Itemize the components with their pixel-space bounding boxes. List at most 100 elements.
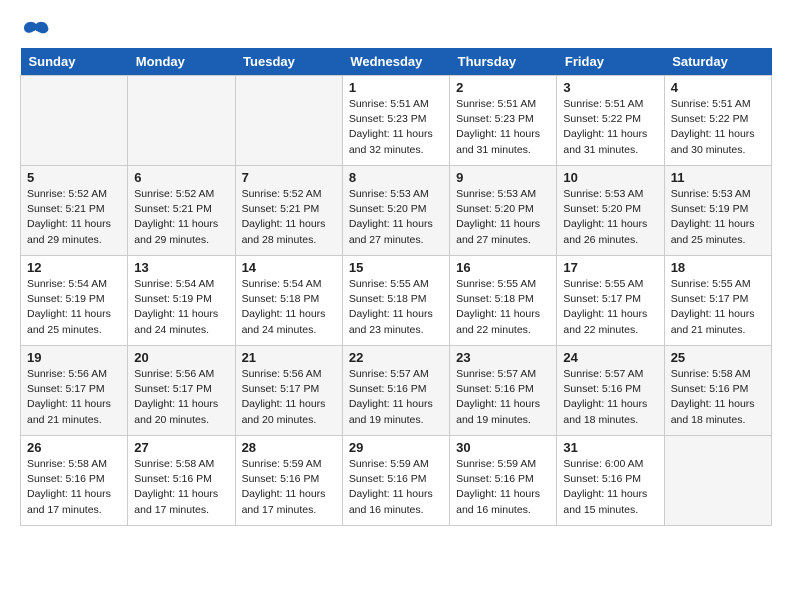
calendar-day-cell: 9 Sunrise: 5:53 AM Sunset: 5:20 PM Daylig…: [450, 166, 557, 256]
calendar-day-cell: 21 Sunrise: 5:56 AM Sunset: 5:17 PM Dayli…: [235, 346, 342, 436]
day-info: Sunrise: 5:55 AM Sunset: 5:18 PM Dayligh…: [349, 277, 443, 338]
calendar-day-cell: 10 Sunrise: 5:53 AM Sunset: 5:20 PM Dayli…: [557, 166, 664, 256]
day-info: Sunrise: 5:54 AM Sunset: 5:19 PM Dayligh…: [27, 277, 121, 338]
day-number: 16: [456, 260, 550, 275]
day-info: Sunrise: 5:59 AM Sunset: 5:16 PM Dayligh…: [242, 457, 336, 518]
calendar-day-cell: 17 Sunrise: 5:55 AM Sunset: 5:17 PM Dayli…: [557, 256, 664, 346]
calendar-day-cell: 31Sunrise: 6:00 AM Sunset: 5:16 PM Dayli…: [557, 436, 664, 526]
day-info: Sunrise: 5:57 AM Sunset: 5:16 PM Dayligh…: [456, 367, 550, 428]
day-info: Sunrise: 5:51 AM Sunset: 5:23 PM Dayligh…: [349, 97, 443, 158]
day-info: Sunrise: 5:59 AM Sunset: 5:16 PM Dayligh…: [456, 457, 550, 518]
calendar-day-cell: 18 Sunrise: 5:55 AM Sunset: 5:17 PM Dayli…: [664, 256, 771, 346]
col-header-friday: Friday: [557, 48, 664, 76]
calendar-week-row: 5 Sunrise: 5:52 AM Sunset: 5:21 PM Daylig…: [21, 166, 772, 256]
calendar-day-cell: 16 Sunrise: 5:55 AM Sunset: 5:18 PM Dayli…: [450, 256, 557, 346]
day-number: 28: [242, 440, 336, 455]
day-number: 9: [456, 170, 550, 185]
calendar-header-row: SundayMondayTuesdayWednesdayThursdayFrid…: [21, 48, 772, 76]
calendar-day-cell: 12 Sunrise: 5:54 AM Sunset: 5:19 PM Dayli…: [21, 256, 128, 346]
calendar-day-cell: 2 Sunrise: 5:51 AM Sunset: 5:23 PM Daylig…: [450, 76, 557, 166]
day-info: Sunrise: 5:53 AM Sunset: 5:20 PM Dayligh…: [456, 187, 550, 248]
day-info: Sunrise: 5:58 AM Sunset: 5:16 PM Dayligh…: [134, 457, 228, 518]
calendar-day-cell: 8 Sunrise: 5:53 AM Sunset: 5:20 PM Daylig…: [342, 166, 449, 256]
calendar-week-row: 12 Sunrise: 5:54 AM Sunset: 5:19 PM Dayli…: [21, 256, 772, 346]
day-number: 30: [456, 440, 550, 455]
calendar-day-cell: 7Sunrise: 5:52 AM Sunset: 5:21 PM Daylig…: [235, 166, 342, 256]
day-info: Sunrise: 5:55 AM Sunset: 5:17 PM Dayligh…: [563, 277, 657, 338]
day-info: Sunrise: 5:54 AM Sunset: 5:19 PM Dayligh…: [134, 277, 228, 338]
calendar-day-cell: 20 Sunrise: 5:56 AM Sunset: 5:17 PM Dayli…: [128, 346, 235, 436]
calendar-table: SundayMondayTuesdayWednesdayThursdayFrid…: [20, 48, 772, 526]
calendar-day-cell: 4 Sunrise: 5:51 AM Sunset: 5:22 PM Daylig…: [664, 76, 771, 166]
day-number: 1: [349, 80, 443, 95]
day-number: 8: [349, 170, 443, 185]
calendar-day-cell: 6 Sunrise: 5:52 AM Sunset: 5:21 PM Daylig…: [128, 166, 235, 256]
calendar-week-row: 1 Sunrise: 5:51 AM Sunset: 5:23 PM Daylig…: [21, 76, 772, 166]
day-info: Sunrise: 5:53 AM Sunset: 5:19 PM Dayligh…: [671, 187, 765, 248]
calendar-empty-cell: [128, 76, 235, 166]
calendar-empty-cell: [21, 76, 128, 166]
day-info: Sunrise: 5:51 AM Sunset: 5:22 PM Dayligh…: [671, 97, 765, 158]
day-info: Sunrise: 5:58 AM Sunset: 5:16 PM Dayligh…: [671, 367, 765, 428]
day-info: Sunrise: 5:54 AM Sunset: 5:18 PM Dayligh…: [242, 277, 336, 338]
day-info: Sunrise: 5:56 AM Sunset: 5:17 PM Dayligh…: [27, 367, 121, 428]
day-info: Sunrise: 5:59 AM Sunset: 5:16 PM Dayligh…: [349, 457, 443, 518]
calendar-day-cell: 26Sunrise: 5:58 AM Sunset: 5:16 PM Dayli…: [21, 436, 128, 526]
col-header-saturday: Saturday: [664, 48, 771, 76]
day-info: Sunrise: 5:56 AM Sunset: 5:17 PM Dayligh…: [134, 367, 228, 428]
calendar-day-cell: 15 Sunrise: 5:55 AM Sunset: 5:18 PM Dayli…: [342, 256, 449, 346]
calendar-day-cell: 29 Sunrise: 5:59 AM Sunset: 5:16 PM Dayli…: [342, 436, 449, 526]
day-number: 6: [134, 170, 228, 185]
calendar-empty-cell: [664, 436, 771, 526]
day-info: Sunrise: 5:53 AM Sunset: 5:20 PM Dayligh…: [563, 187, 657, 248]
col-header-monday: Monday: [128, 48, 235, 76]
day-info: Sunrise: 5:56 AM Sunset: 5:17 PM Dayligh…: [242, 367, 336, 428]
day-info: Sunrise: 5:57 AM Sunset: 5:16 PM Dayligh…: [563, 367, 657, 428]
calendar-week-row: 26 Sunrise: 5:58 AM Sunset: 5:16 PM Dayli…: [21, 436, 772, 526]
calendar-day-cell: 22 Sunrise: 5:57 AM Sunset: 5:16 PM Dayli…: [342, 346, 449, 436]
day-number: 11: [671, 170, 765, 185]
day-number: 20: [134, 350, 228, 365]
col-header-thursday: Thursday: [450, 48, 557, 76]
day-info: Sunrise: 5:55 AM Sunset: 5:18 PM Dayligh…: [456, 277, 550, 338]
day-info: Sunrise: 5:51 AM Sunset: 5:22 PM Dayligh…: [563, 97, 657, 158]
page-header: [20, 20, 772, 38]
day-number: 17: [563, 260, 657, 275]
logo: [20, 20, 50, 38]
calendar-day-cell: 25 Sunrise: 5:58 AM Sunset: 5:16 PM Dayli…: [664, 346, 771, 436]
day-number: 10: [563, 170, 657, 185]
day-number: 26: [27, 440, 121, 455]
day-number: 4: [671, 80, 765, 95]
calendar-day-cell: 5Sunrise: 5:52 AM Sunset: 5:21 PM Daylig…: [21, 166, 128, 256]
day-number: 5: [27, 170, 121, 185]
day-info: Sunrise: 5:51 AM Sunset: 5:23 PM Dayligh…: [456, 97, 550, 158]
day-number: 21: [242, 350, 336, 365]
day-number: 2: [456, 80, 550, 95]
logo-bird-icon: [22, 20, 50, 42]
col-header-wednesday: Wednesday: [342, 48, 449, 76]
day-number: 29: [349, 440, 443, 455]
calendar-day-cell: 24Sunrise: 5:57 AM Sunset: 5:16 PM Dayli…: [557, 346, 664, 436]
day-info: Sunrise: 6:00 AM Sunset: 5:16 PM Dayligh…: [563, 457, 657, 518]
calendar-day-cell: 30 Sunrise: 5:59 AM Sunset: 5:16 PM Dayli…: [450, 436, 557, 526]
day-number: 25: [671, 350, 765, 365]
calendar-day-cell: 14 Sunrise: 5:54 AM Sunset: 5:18 PM Dayli…: [235, 256, 342, 346]
day-number: 15: [349, 260, 443, 275]
day-number: 18: [671, 260, 765, 275]
day-number: 12: [27, 260, 121, 275]
calendar-week-row: 19Sunrise: 5:56 AM Sunset: 5:17 PM Dayli…: [21, 346, 772, 436]
calendar-day-cell: 19Sunrise: 5:56 AM Sunset: 5:17 PM Dayli…: [21, 346, 128, 436]
day-info: Sunrise: 5:52 AM Sunset: 5:21 PM Dayligh…: [242, 187, 336, 248]
calendar-day-cell: 1 Sunrise: 5:51 AM Sunset: 5:23 PM Daylig…: [342, 76, 449, 166]
col-header-tuesday: Tuesday: [235, 48, 342, 76]
day-number: 22: [349, 350, 443, 365]
calendar-day-cell: 23Sunrise: 5:57 AM Sunset: 5:16 PM Dayli…: [450, 346, 557, 436]
day-info: Sunrise: 5:53 AM Sunset: 5:20 PM Dayligh…: [349, 187, 443, 248]
day-info: Sunrise: 5:55 AM Sunset: 5:17 PM Dayligh…: [671, 277, 765, 338]
day-number: 14: [242, 260, 336, 275]
calendar-day-cell: 28 Sunrise: 5:59 AM Sunset: 5:16 PM Dayli…: [235, 436, 342, 526]
calendar-day-cell: 3Sunrise: 5:51 AM Sunset: 5:22 PM Daylig…: [557, 76, 664, 166]
day-number: 27: [134, 440, 228, 455]
day-info: Sunrise: 5:57 AM Sunset: 5:16 PM Dayligh…: [349, 367, 443, 428]
day-info: Sunrise: 5:52 AM Sunset: 5:21 PM Dayligh…: [134, 187, 228, 248]
